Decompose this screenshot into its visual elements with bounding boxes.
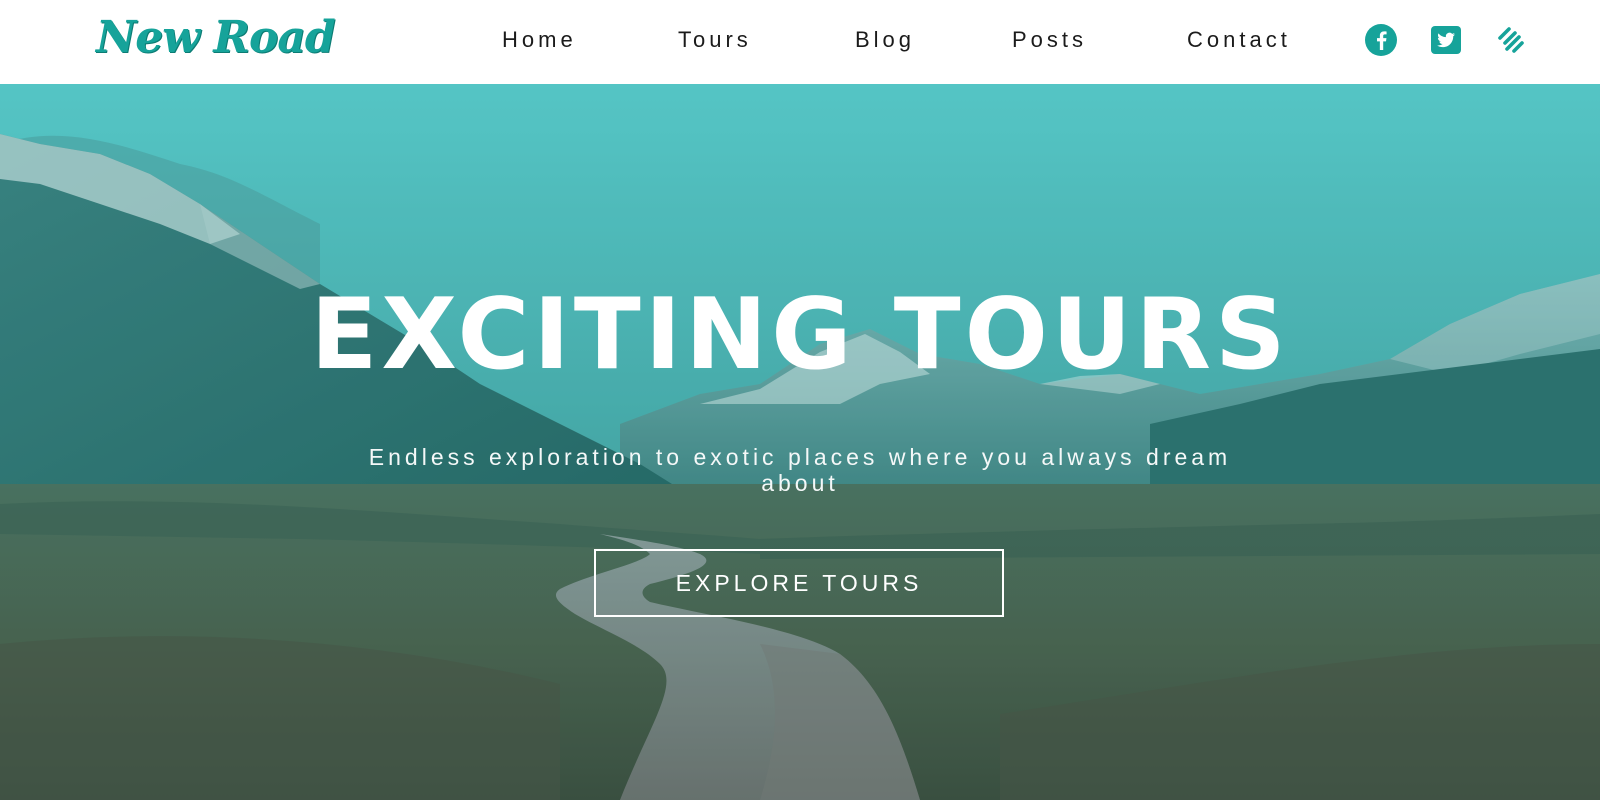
navbar: New Road Home Tours Blog Posts Contact xyxy=(0,0,1600,84)
squarespace-icon[interactable] xyxy=(1493,24,1529,56)
explore-tours-button[interactable]: EXPLORE TOURS xyxy=(594,549,1004,617)
nav-link-home[interactable]: Home xyxy=(502,24,577,56)
nav-link-tours[interactable]: Tours xyxy=(678,24,752,56)
nav-link-blog[interactable]: Blog xyxy=(855,24,915,56)
nav-link-posts[interactable]: Posts xyxy=(1012,24,1087,56)
facebook-icon[interactable] xyxy=(1363,24,1399,56)
twitter-icon[interactable] xyxy=(1428,24,1464,56)
nav-link-contact[interactable]: Contact xyxy=(1187,24,1291,56)
logo[interactable]: New Road xyxy=(96,10,336,66)
hero-background-image xyxy=(0,84,1600,800)
hero-subtitle: Endless exploration to exotic places whe… xyxy=(368,444,1232,496)
hero-section: EXCITING TOURS Endless exploration to ex… xyxy=(0,84,1600,800)
hero-title: EXCITING TOURS xyxy=(310,278,1290,392)
